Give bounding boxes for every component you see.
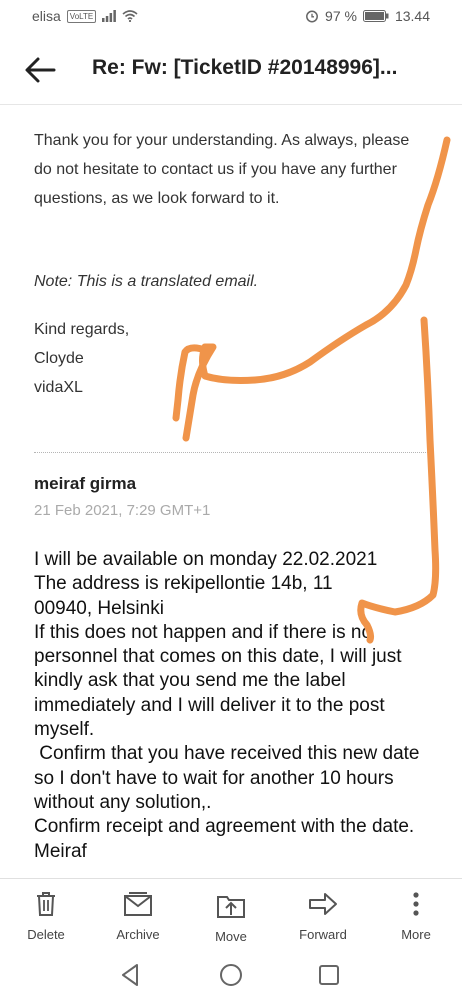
volte-badge: VoLTE <box>66 9 97 23</box>
move-icon <box>217 896 245 918</box>
nav-recents-icon[interactable] <box>316 962 342 988</box>
archive-label: Archive <box>116 927 160 942</box>
email-action-toolbar: Delete Archive Move Forward More <box>0 878 462 949</box>
reply-date: 21 Feb 2021, 7:29 GMT+1 <box>34 502 211 519</box>
signal-icon <box>102 10 117 22</box>
more-button[interactable]: More <box>370 879 462 949</box>
forward-arrow-icon <box>309 893 337 915</box>
nav-back-icon[interactable] <box>118 962 144 988</box>
signature: Kind regards, Cloyde vidaXL <box>34 315 424 402</box>
reply-sender[interactable]: meiraf girma <box>34 474 136 494</box>
email-paragraph: Thank you for your understanding. As alw… <box>34 132 410 207</box>
signature-company: vidaXL <box>34 379 83 396</box>
forward-button[interactable]: Forward <box>277 879 369 949</box>
status-left: elisa VoLTE <box>32 8 138 24</box>
reply-body: I will be available on monday 22.02.2021… <box>34 549 420 862</box>
signature-closing: Kind regards, <box>34 321 130 338</box>
status-right: 97 % 13.44 <box>305 8 430 24</box>
alarm-icon <box>306 10 318 23</box>
nav-home-icon[interactable] <box>218 962 244 988</box>
email-header-bar: Re: Fw: [TicketID #20148996]... <box>0 34 462 105</box>
carrier-label: elisa <box>32 8 61 24</box>
email-subject: Re: Fw: [TicketID #20148996]... <box>92 56 398 79</box>
trash-icon <box>37 892 55 916</box>
move-label: Move <box>215 929 247 944</box>
system-navigation-bar <box>0 948 462 1000</box>
battery-percent: 97 % <box>325 8 357 24</box>
status-bar: elisa VoLTE 97 % 13.44 <box>0 0 462 34</box>
forward-label: Forward <box>299 927 347 942</box>
delete-button[interactable]: Delete <box>0 879 92 949</box>
move-button[interactable]: Move <box>185 879 277 949</box>
back-arrow-icon[interactable] <box>22 52 58 88</box>
email-content[interactable]: Thank you for your understanding. As alw… <box>0 104 462 878</box>
signature-name: Cloyde <box>34 350 84 367</box>
battery-icon <box>362 10 389 22</box>
more-vertical-icon <box>413 892 419 916</box>
archive-button[interactable]: Archive <box>92 879 184 949</box>
wifi-icon <box>122 10 138 22</box>
message-divider <box>34 452 430 453</box>
clock: 13.44 <box>394 8 430 24</box>
archive-icon <box>124 892 152 916</box>
delete-label: Delete <box>27 927 65 942</box>
more-label: More <box>401 927 431 942</box>
translation-note: Note: This is a translated email. <box>34 273 259 290</box>
